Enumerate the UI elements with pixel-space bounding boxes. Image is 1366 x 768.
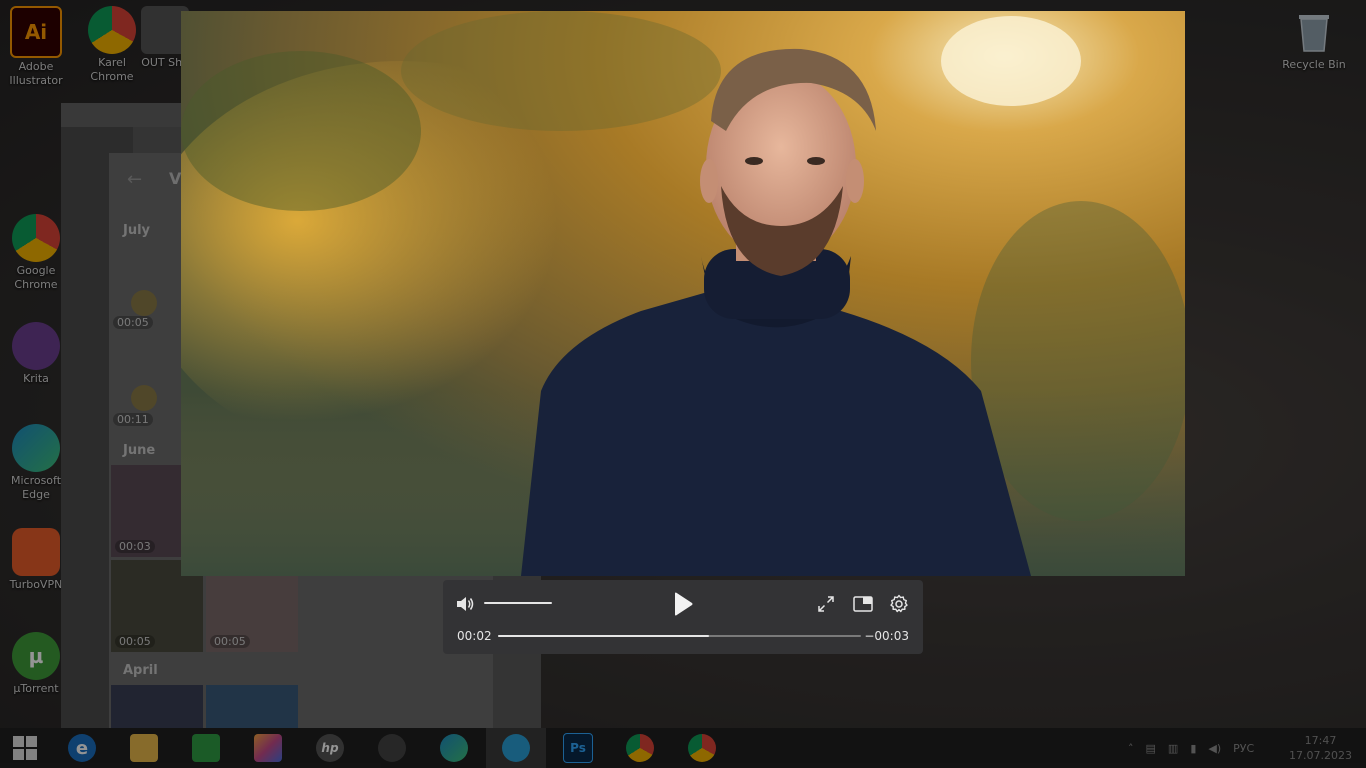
- round-video-thumb[interactable]: [131, 385, 157, 411]
- taskbar-store[interactable]: [176, 728, 236, 768]
- chrome-icon: [626, 734, 654, 762]
- desktop-icon-adobe-illustrator[interactable]: Ai Adobe Illustrator: [0, 6, 72, 88]
- battery-icon[interactable]: ▥: [1168, 742, 1178, 755]
- store-icon: [192, 734, 220, 762]
- desktop-icon-label: Recycle Bin: [1282, 58, 1346, 71]
- taskbar-telegram[interactable]: [486, 728, 546, 768]
- photoshop-icon: Ps: [563, 733, 593, 763]
- round-video-thumb[interactable]: [131, 290, 157, 316]
- system-tray: ˄ ▤ ▥ ▮ ◀) РУС: [1128, 728, 1254, 768]
- round-video-duration: 00:05: [113, 316, 153, 329]
- video-thumbnail[interactable]: [206, 685, 298, 728]
- utorrent-icon: µ: [12, 632, 60, 680]
- play-button[interactable]: [671, 591, 695, 617]
- player-controls: 00:02 −00:03: [443, 580, 923, 654]
- webcam-icon: [378, 734, 406, 762]
- hp-icon: hp: [316, 734, 344, 762]
- chrome-icon: [688, 734, 716, 762]
- desktop-icon-label: Karel Chrome: [90, 56, 134, 83]
- taskbar-file-explorer[interactable]: [114, 728, 174, 768]
- chrome-icon: [12, 214, 60, 262]
- video-duration: 00:05: [210, 635, 250, 648]
- taskbar-photos[interactable]: [238, 728, 298, 768]
- gear-icon: [890, 594, 908, 613]
- desktop-icon-chrome[interactable]: Karel Chrome: [76, 6, 148, 84]
- clock[interactable]: 17:47 17.07.2023: [1289, 733, 1352, 763]
- recycle-bin-icon: [1290, 8, 1338, 56]
- language-indicator[interactable]: РУС: [1233, 742, 1254, 755]
- volume-slider[interactable]: [484, 602, 552, 604]
- desktop-icon-label: TurboVPN: [9, 578, 63, 591]
- picture-in-picture-button[interactable]: [852, 594, 874, 614]
- taskbar: e hp Ps ˄ ▤ ▥ ▮ ◀) РУС 17:47 17.07.2023: [0, 728, 1366, 768]
- month-header-june: June: [123, 443, 156, 458]
- folder-icon: [130, 734, 158, 762]
- taskbar-webcam[interactable]: [362, 728, 422, 768]
- clock-time: 17:47: [1304, 734, 1337, 747]
- play-icon: [675, 592, 693, 616]
- adobe-illustrator-icon: Ai: [10, 6, 62, 58]
- video-thumbnail[interactable]: [111, 685, 203, 728]
- seek-bar-fill: [498, 635, 709, 637]
- settings-button[interactable]: [888, 593, 910, 615]
- turbovpn-icon: [12, 528, 60, 576]
- video-player[interactable]: [181, 11, 1185, 576]
- internet-explorer-icon: e: [68, 734, 96, 762]
- taskbar-chrome[interactable]: [610, 728, 670, 768]
- round-video-duration: 00:11: [113, 413, 153, 426]
- chrome-icon: [88, 6, 136, 54]
- month-header-april: April: [123, 663, 158, 678]
- expand-icon: [818, 596, 834, 612]
- desktop-icon-label: Krita: [23, 372, 49, 385]
- video-duration: 00:05: [115, 635, 155, 648]
- taskbar-chrome-profile[interactable]: [672, 728, 732, 768]
- telegram-icon: [502, 734, 530, 762]
- taskbar-hp[interactable]: hp: [300, 728, 360, 768]
- month-header-july: July: [123, 223, 151, 238]
- start-button[interactable]: [0, 728, 50, 768]
- edge-icon: [440, 734, 468, 762]
- fullscreen-button[interactable]: [816, 594, 836, 614]
- video-frame-image: [181, 11, 1185, 576]
- chevron-up-icon[interactable]: ˄: [1128, 742, 1134, 755]
- network-icon[interactable]: ▤: [1146, 742, 1156, 755]
- krita-icon: [12, 322, 60, 370]
- video-duration: 00:03: [115, 540, 155, 553]
- desktop-icon-label: µTorrent: [13, 682, 59, 695]
- signal-icon[interactable]: ▮: [1190, 742, 1196, 755]
- picture-in-picture-icon: [853, 596, 873, 612]
- desktop-icon-recycle-bin[interactable]: Recycle Bin: [1276, 8, 1352, 72]
- edge-icon: [12, 424, 60, 472]
- seek-bar[interactable]: [498, 635, 861, 637]
- speaker-icon: [457, 597, 474, 611]
- volume-button[interactable]: [455, 594, 475, 614]
- current-time: 00:02: [457, 629, 492, 643]
- taskbar-internet-explorer[interactable]: e: [52, 728, 112, 768]
- clock-date: 17.07.2023: [1289, 749, 1352, 762]
- speaker-icon[interactable]: ◀): [1208, 742, 1221, 755]
- photos-icon: [254, 734, 282, 762]
- panel-title: V: [169, 169, 182, 188]
- desktop-icon-label: Adobe Illustrator: [9, 60, 63, 87]
- windows-logo-icon: [13, 736, 37, 760]
- taskbar-edge[interactable]: [424, 728, 484, 768]
- taskbar-photoshop[interactable]: Ps: [548, 728, 608, 768]
- remaining-time: −00:03: [864, 629, 909, 643]
- back-arrow-icon[interactable]: ←: [127, 169, 142, 190]
